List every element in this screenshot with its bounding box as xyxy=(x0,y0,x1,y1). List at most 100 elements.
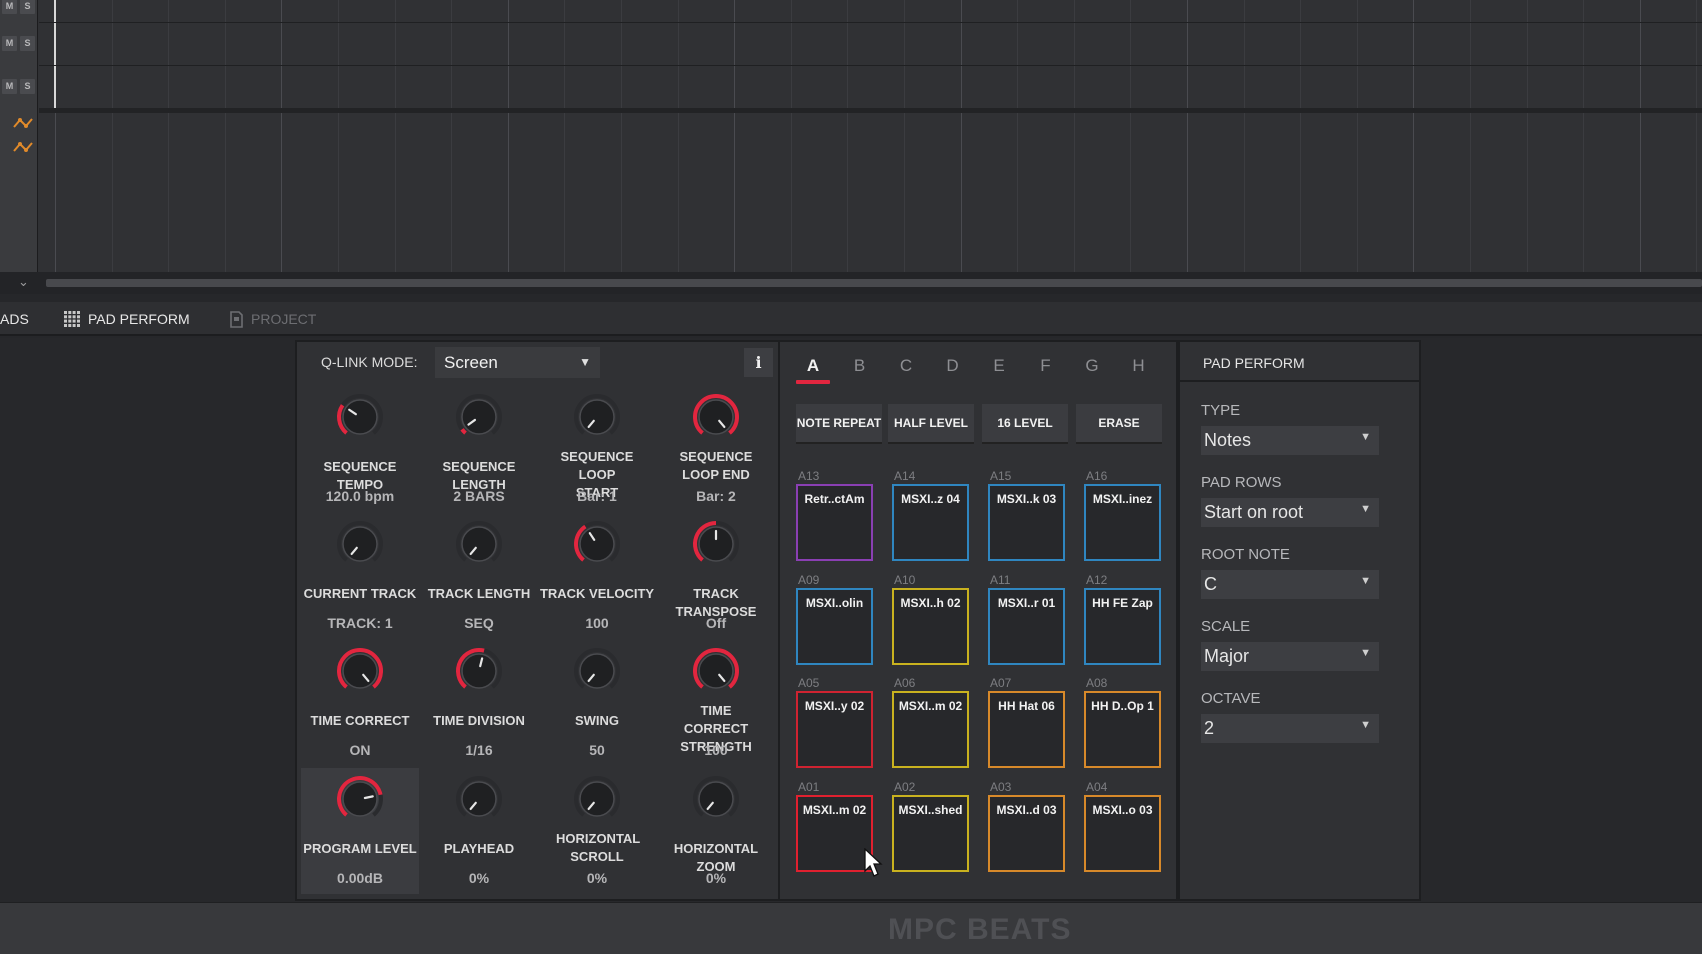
qlink-knob-cell[interactable]: TIME CORRECT STRENGTH 100 xyxy=(657,640,775,766)
knob-icon[interactable] xyxy=(572,646,622,696)
pad[interactable]: MSXI..z 04 xyxy=(892,484,969,561)
tab-project[interactable]: PROJECT xyxy=(230,302,316,336)
pad[interactable]: HH Hat 06 xyxy=(988,691,1065,768)
chevron-down-icon[interactable]: ⌄ xyxy=(18,274,29,290)
tab-bank-d[interactable]: D xyxy=(936,352,970,384)
knob-icon[interactable] xyxy=(454,392,504,442)
mute-button[interactable]: M xyxy=(2,0,17,14)
qlink-knob-cell[interactable]: HORIZONTAL SCROLL 0% xyxy=(538,768,656,894)
pad[interactable]: Retr..ctAm xyxy=(796,484,873,561)
knob-icon[interactable] xyxy=(454,774,504,824)
pad[interactable]: HH FE Zap xyxy=(1084,588,1161,665)
pad[interactable]: MSXI..m 02 xyxy=(892,691,969,768)
knob-label: TRACK LENGTH xyxy=(427,586,531,601)
solo-button[interactable]: S xyxy=(20,0,35,14)
tab-bank-b[interactable]: B xyxy=(843,352,877,384)
grid-line xyxy=(338,0,339,272)
pad-id-label: A04 xyxy=(1086,780,1108,794)
tab-pad-perform[interactable]: PAD PERFORM xyxy=(64,302,190,336)
knob-icon[interactable] xyxy=(335,646,385,696)
grid-line xyxy=(1639,0,1641,272)
knob-value: 0% xyxy=(468,870,490,886)
tab-bank-a[interactable]: A xyxy=(796,352,830,384)
knob-icon[interactable] xyxy=(335,392,385,442)
qlink-knob-cell[interactable]: PLAYHEAD 0% xyxy=(420,768,538,894)
mute-button[interactable]: M xyxy=(2,35,17,51)
qlink-knob-cell[interactable]: TIME CORRECT ON xyxy=(301,640,419,766)
knob-icon[interactable] xyxy=(691,392,741,442)
pad[interactable]: MSXI..y 02 xyxy=(796,691,873,768)
tab-pads[interactable]: ADS xyxy=(0,302,29,336)
pad-rows-select[interactable]: Start on root ▼ xyxy=(1201,498,1379,527)
knob-icon[interactable] xyxy=(335,519,385,569)
pad[interactable]: MSXI..d 03 xyxy=(988,795,1065,872)
qlink-knob-cell[interactable]: SEQUENCE TEMPO 120.0 bpm xyxy=(301,386,419,512)
pad[interactable]: HH D..Op 1 xyxy=(1084,691,1161,768)
tab-bank-g[interactable]: G xyxy=(1075,352,1109,384)
pad[interactable]: MSXI..o 03 xyxy=(1084,795,1161,872)
qlink-knob-cell[interactable]: TRACK VELOCITY 100 xyxy=(538,513,656,639)
pad-name: MSXI..o 03 xyxy=(1092,803,1153,817)
qlink-mode-select[interactable]: Screen ▼ xyxy=(435,347,600,378)
qlink-knob-cell[interactable]: TRACK TRANSPOSE Off xyxy=(657,513,775,639)
qlink-knob-cell[interactable]: SEQUENCE LENGTH 2 BARS xyxy=(420,386,538,512)
qlink-knob-cell[interactable]: SEQUENCE LOOP END Bar: 2 xyxy=(657,386,775,512)
qlink-knob-cell[interactable]: PROGRAM LEVEL 0.00dB xyxy=(301,768,419,894)
knob-icon[interactable] xyxy=(572,774,622,824)
knob-icon[interactable] xyxy=(691,646,741,696)
note-repeat-button[interactable]: NOTE REPEAT xyxy=(796,404,882,444)
horizontal-scrollbar[interactable]: ⌄ xyxy=(0,272,1702,294)
knob-icon[interactable] xyxy=(454,646,504,696)
solo-button[interactable]: S xyxy=(20,78,35,94)
grid-line xyxy=(1526,0,1528,272)
knob-icon[interactable] xyxy=(454,519,504,569)
root-note-select[interactable]: C ▼ xyxy=(1201,570,1379,599)
solo-button[interactable]: S xyxy=(20,35,35,51)
pad-id-label: A14 xyxy=(894,469,916,483)
grid-line xyxy=(960,0,962,272)
knob-icon[interactable] xyxy=(691,774,741,824)
pad[interactable]: MSXI..k 03 xyxy=(988,484,1065,561)
pad[interactable]: MSXI..h 02 xyxy=(892,588,969,665)
automation-curve-icon[interactable] xyxy=(12,116,34,130)
grid-line xyxy=(734,0,736,272)
qlink-knob-cell[interactable]: TRACK LENGTH SEQ xyxy=(420,513,538,639)
qlink-knob-cell[interactable]: SWING 50 xyxy=(538,640,656,766)
qlink-knob-cell[interactable]: SEQUENCE LOOP START Bar: 1 xyxy=(538,386,656,512)
info-button[interactable]: i xyxy=(744,348,773,377)
mute-button[interactable]: M xyxy=(2,78,17,94)
knob-label: PROGRAM LEVEL xyxy=(303,841,417,856)
scrollbar-thumb[interactable] xyxy=(46,279,1702,287)
qlink-knob-cell[interactable]: TIME DIVISION 1/16 xyxy=(420,640,538,766)
erase-button[interactable]: ERASE xyxy=(1076,404,1162,444)
knob-icon[interactable] xyxy=(335,774,385,824)
half-level-button[interactable]: HALF LEVEL xyxy=(888,404,974,444)
sequencer-grid[interactable] xyxy=(39,0,1702,272)
16-level-button[interactable]: 16 LEVEL xyxy=(982,404,1068,444)
pad[interactable]: MSXI..shed xyxy=(892,795,969,872)
playhead-line[interactable] xyxy=(54,0,56,110)
tab-bank-h[interactable]: H xyxy=(1122,352,1156,384)
tab-bank-c[interactable]: C xyxy=(889,352,923,384)
tab-bank-f[interactable]: F xyxy=(1029,352,1063,384)
knob-icon[interactable] xyxy=(572,519,622,569)
qlink-knob-cell[interactable]: HORIZONTAL ZOOM 0% xyxy=(657,768,775,894)
automation-curve-icon[interactable] xyxy=(12,140,34,154)
qlink-panel: Q-LINK MODE: Screen ▼ i SEQUENCE TEMPO 12… xyxy=(295,340,780,901)
qlink-mode-label: Q-LINK MODE: xyxy=(321,354,418,370)
octave-select[interactable]: 2 ▼ xyxy=(1201,714,1379,743)
knob-icon[interactable] xyxy=(691,519,741,569)
pad-id-label: A09 xyxy=(798,573,820,587)
grid-line xyxy=(224,0,226,272)
dropdown-arrow-icon: ▼ xyxy=(1360,719,1371,731)
track-header-row: M S xyxy=(0,66,38,106)
scale-select[interactable]: Major ▼ xyxy=(1201,642,1379,671)
type-select[interactable]: Notes ▼ xyxy=(1201,426,1379,455)
pad[interactable]: MSXI..m 02 xyxy=(796,795,873,872)
pad[interactable]: MSXI..r 01 xyxy=(988,588,1065,665)
pad[interactable]: MSXI..olin xyxy=(796,588,873,665)
qlink-knob-cell[interactable]: CURRENT TRACK TRACK: 1 xyxy=(301,513,419,639)
pad[interactable]: MSXI..inez xyxy=(1084,484,1161,561)
knob-icon[interactable] xyxy=(572,392,622,442)
tab-bank-e[interactable]: E xyxy=(982,352,1016,384)
